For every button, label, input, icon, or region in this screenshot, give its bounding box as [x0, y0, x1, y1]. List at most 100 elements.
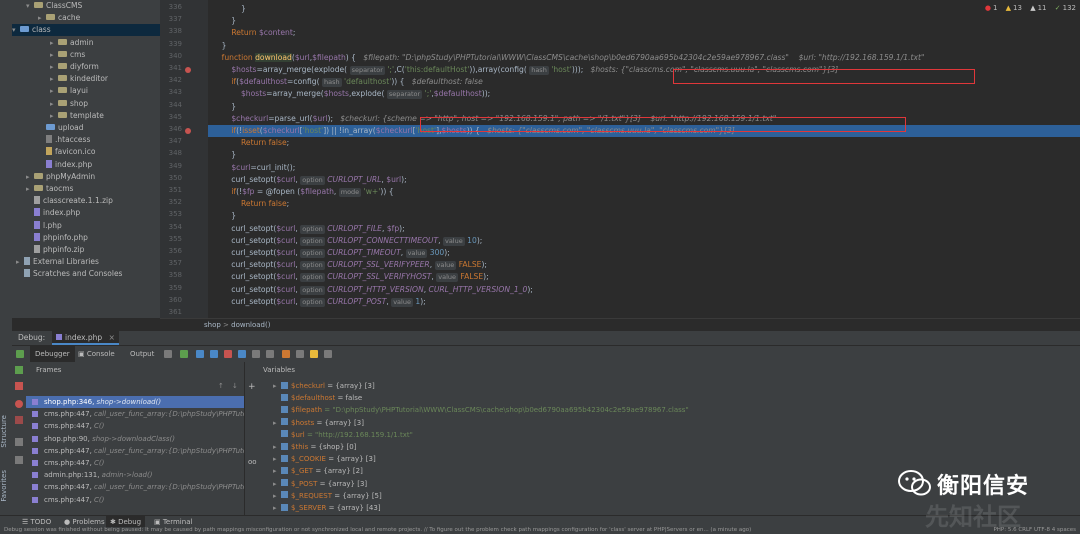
- tree-item[interactable]: ▸ External Libraries: [16, 256, 99, 268]
- chevron-right-icon[interactable]: ▸: [273, 441, 281, 453]
- line-number[interactable]: 357: [160, 259, 182, 267]
- code-editor[interactable]: ● 1 ▲ 13 ▲ 11 ✓ 132 } } Return $content; } f…: [208, 0, 1080, 318]
- tree-item[interactable]: classcreate.1.1.zip: [26, 195, 113, 207]
- line-number[interactable]: 361: [160, 308, 182, 316]
- layout-icon[interactable]: [324, 350, 332, 358]
- line-number[interactable]: 342: [160, 76, 182, 84]
- tree-item[interactable]: ▸ admin: [50, 37, 94, 49]
- variable-row[interactable]: ▸ $_COOKIE = {array} [3]: [273, 453, 376, 465]
- glasses-icon[interactable]: oo: [248, 458, 257, 466]
- step-into-icon[interactable]: [210, 350, 218, 358]
- variable-row[interactable]: ▸ $checkurl = {array} [3]: [273, 380, 375, 392]
- step-over-icon[interactable]: [196, 350, 204, 358]
- chevron-right-icon[interactable]: ▸: [16, 256, 24, 268]
- tree-item[interactable]: ▾ ClassCMS: [26, 0, 82, 12]
- chevron-right-icon[interactable]: ▸: [50, 49, 58, 61]
- variable-row[interactable]: $url = "http://192.168.159.1/1.txt": [273, 429, 413, 441]
- breadcrumb-function[interactable]: download(): [231, 321, 270, 329]
- line-number[interactable]: 355: [160, 235, 182, 243]
- menu-icon[interactable]: [164, 350, 172, 358]
- line-number[interactable]: 339: [160, 40, 182, 48]
- breakpoints-icon[interactable]: [15, 400, 23, 408]
- tree-item[interactable]: ▸ template: [50, 110, 104, 122]
- variable-row[interactable]: ▸ $_SERVER = {array} [43]: [273, 502, 381, 514]
- code-line[interactable]: Return false;: [212, 137, 289, 149]
- tree-item[interactable]: ▸ diyform: [50, 61, 99, 73]
- chevron-right-icon[interactable]: ▸: [273, 490, 281, 502]
- code-line[interactable]: Return false;: [212, 198, 289, 210]
- code-line[interactable]: }: [212, 15, 236, 27]
- tree-item[interactable]: favicon.ico: [38, 146, 95, 158]
- tree-item[interactable]: phpinfo.zip: [26, 244, 84, 256]
- line-number[interactable]: 350: [160, 174, 182, 182]
- chevron-down-icon[interactable]: ▾: [26, 0, 34, 12]
- line-number[interactable]: 341: [160, 64, 182, 72]
- code-line[interactable]: }: [212, 101, 236, 113]
- frame-row[interactable]: cms.php:447, C(): [26, 457, 244, 469]
- tree-item[interactable]: phpinfo.php: [26, 232, 88, 244]
- chevron-right-icon[interactable]: ▸: [273, 502, 281, 514]
- line-number[interactable]: 359: [160, 284, 182, 292]
- line-number[interactable]: 344: [160, 101, 182, 109]
- line-number[interactable]: 340: [160, 52, 182, 60]
- code-line[interactable]: curl_setopt($curl, option CURLOPT_SSL_VE…: [212, 271, 489, 283]
- tree-item[interactable]: index.php: [38, 159, 92, 171]
- line-number[interactable]: 352: [160, 198, 182, 206]
- chevron-right-icon[interactable]: ▸: [273, 478, 281, 490]
- chevron-right-icon[interactable]: ▸: [26, 171, 34, 183]
- line-number[interactable]: 348: [160, 149, 182, 157]
- tab-console[interactable]: ▣ Console: [78, 346, 115, 362]
- resume-icon[interactable]: [16, 350, 24, 358]
- step-icon[interactable]: [180, 350, 188, 358]
- code-line[interactable]: if($defaulthost=config( hash 'defaulthos…: [212, 76, 483, 88]
- inspection-indicators[interactable]: ● 1 ▲ 13 ▲ 11 ✓ 132: [979, 4, 1076, 12]
- line-number[interactable]: 351: [160, 186, 182, 194]
- code-line[interactable]: $curl=curl_init();: [212, 162, 295, 174]
- code-line[interactable]: }: [212, 40, 227, 52]
- code-line[interactable]: $hosts=array_merge($hosts,explode( separ…: [212, 88, 490, 100]
- tree-item[interactable]: ▸ cms: [50, 49, 85, 61]
- frame-row[interactable]: cms.php:447, call_user_func_array:{D:\ph…: [26, 481, 244, 493]
- chevron-right-icon[interactable]: ▸: [38, 12, 46, 24]
- breakpoint-icon[interactable]: [185, 67, 191, 73]
- chevron-right-icon[interactable]: ▸: [273, 453, 281, 465]
- mute-icon[interactable]: [310, 350, 318, 358]
- variable-row[interactable]: ▸ $_REQUEST = {array} [5]: [273, 490, 382, 502]
- chevron-right-icon[interactable]: ▸: [26, 183, 34, 195]
- breadcrumb[interactable]: shop > download(): [160, 318, 1080, 331]
- run-to-cursor-icon[interactable]: [252, 350, 260, 358]
- line-number[interactable]: 336: [160, 3, 182, 11]
- code-line[interactable]: }: [212, 3, 246, 15]
- line-number[interactable]: 346: [160, 125, 182, 133]
- code-line[interactable]: curl_setopt($curl, option CURLOPT_URL, $…: [212, 174, 407, 186]
- line-number[interactable]: 349: [160, 162, 182, 170]
- tree-item[interactable]: ▸ kindeditor: [50, 73, 108, 85]
- code-line[interactable]: curl_setopt($curl, option CURLOPT_CONNEC…: [212, 235, 482, 247]
- step-out-icon[interactable]: [238, 350, 246, 358]
- structure-tool-label[interactable]: Structure: [0, 415, 12, 448]
- frame-row[interactable]: shop.php:346, shop->download(): [26, 396, 244, 408]
- line-number[interactable]: 360: [160, 296, 182, 304]
- tree-item[interactable]: upload: [38, 122, 84, 134]
- settings-icon[interactable]: [15, 438, 23, 446]
- frame-row[interactable]: cms.php:447, call_user_func_array:{D:\ph…: [26, 408, 244, 420]
- line-number[interactable]: 345: [160, 113, 182, 121]
- tab-output[interactable]: Output: [130, 346, 154, 362]
- chevron-right-icon[interactable]: ▸: [50, 73, 58, 85]
- add-watch-icon[interactable]: +: [248, 382, 256, 392]
- chevron-right-icon[interactable]: ▸: [50, 85, 58, 97]
- down-arrow-icon[interactable]: ↓: [232, 382, 238, 390]
- code-line[interactable]: curl_setopt($curl, option CURLOPT_POST, …: [212, 296, 426, 308]
- force-step-into-icon[interactable]: [224, 350, 232, 358]
- frame-row[interactable]: cms.php:447, call_user_func_array:{D:\ph…: [26, 445, 244, 457]
- tree-item[interactable]: Scratches and Consoles: [16, 268, 122, 280]
- pin-icon[interactable]: [15, 456, 23, 464]
- variable-row[interactable]: $filepath = "D:\phpStudy\PHPTutorial\WWW…: [273, 404, 689, 416]
- evaluate-icon[interactable]: [266, 350, 274, 358]
- stop-icon[interactable]: [15, 382, 23, 390]
- frame-row[interactable]: admin.php:131, admin->load(): [26, 469, 244, 481]
- debug-session-tab[interactable]: index.php ×: [52, 331, 119, 345]
- tree-item[interactable]: ▾ class: [12, 24, 160, 37]
- code-line[interactable]: curl_setopt($curl, option CURLOPT_FILE, …: [212, 223, 405, 235]
- variable-row[interactable]: ▸ $this = {shop} [0]: [273, 441, 356, 453]
